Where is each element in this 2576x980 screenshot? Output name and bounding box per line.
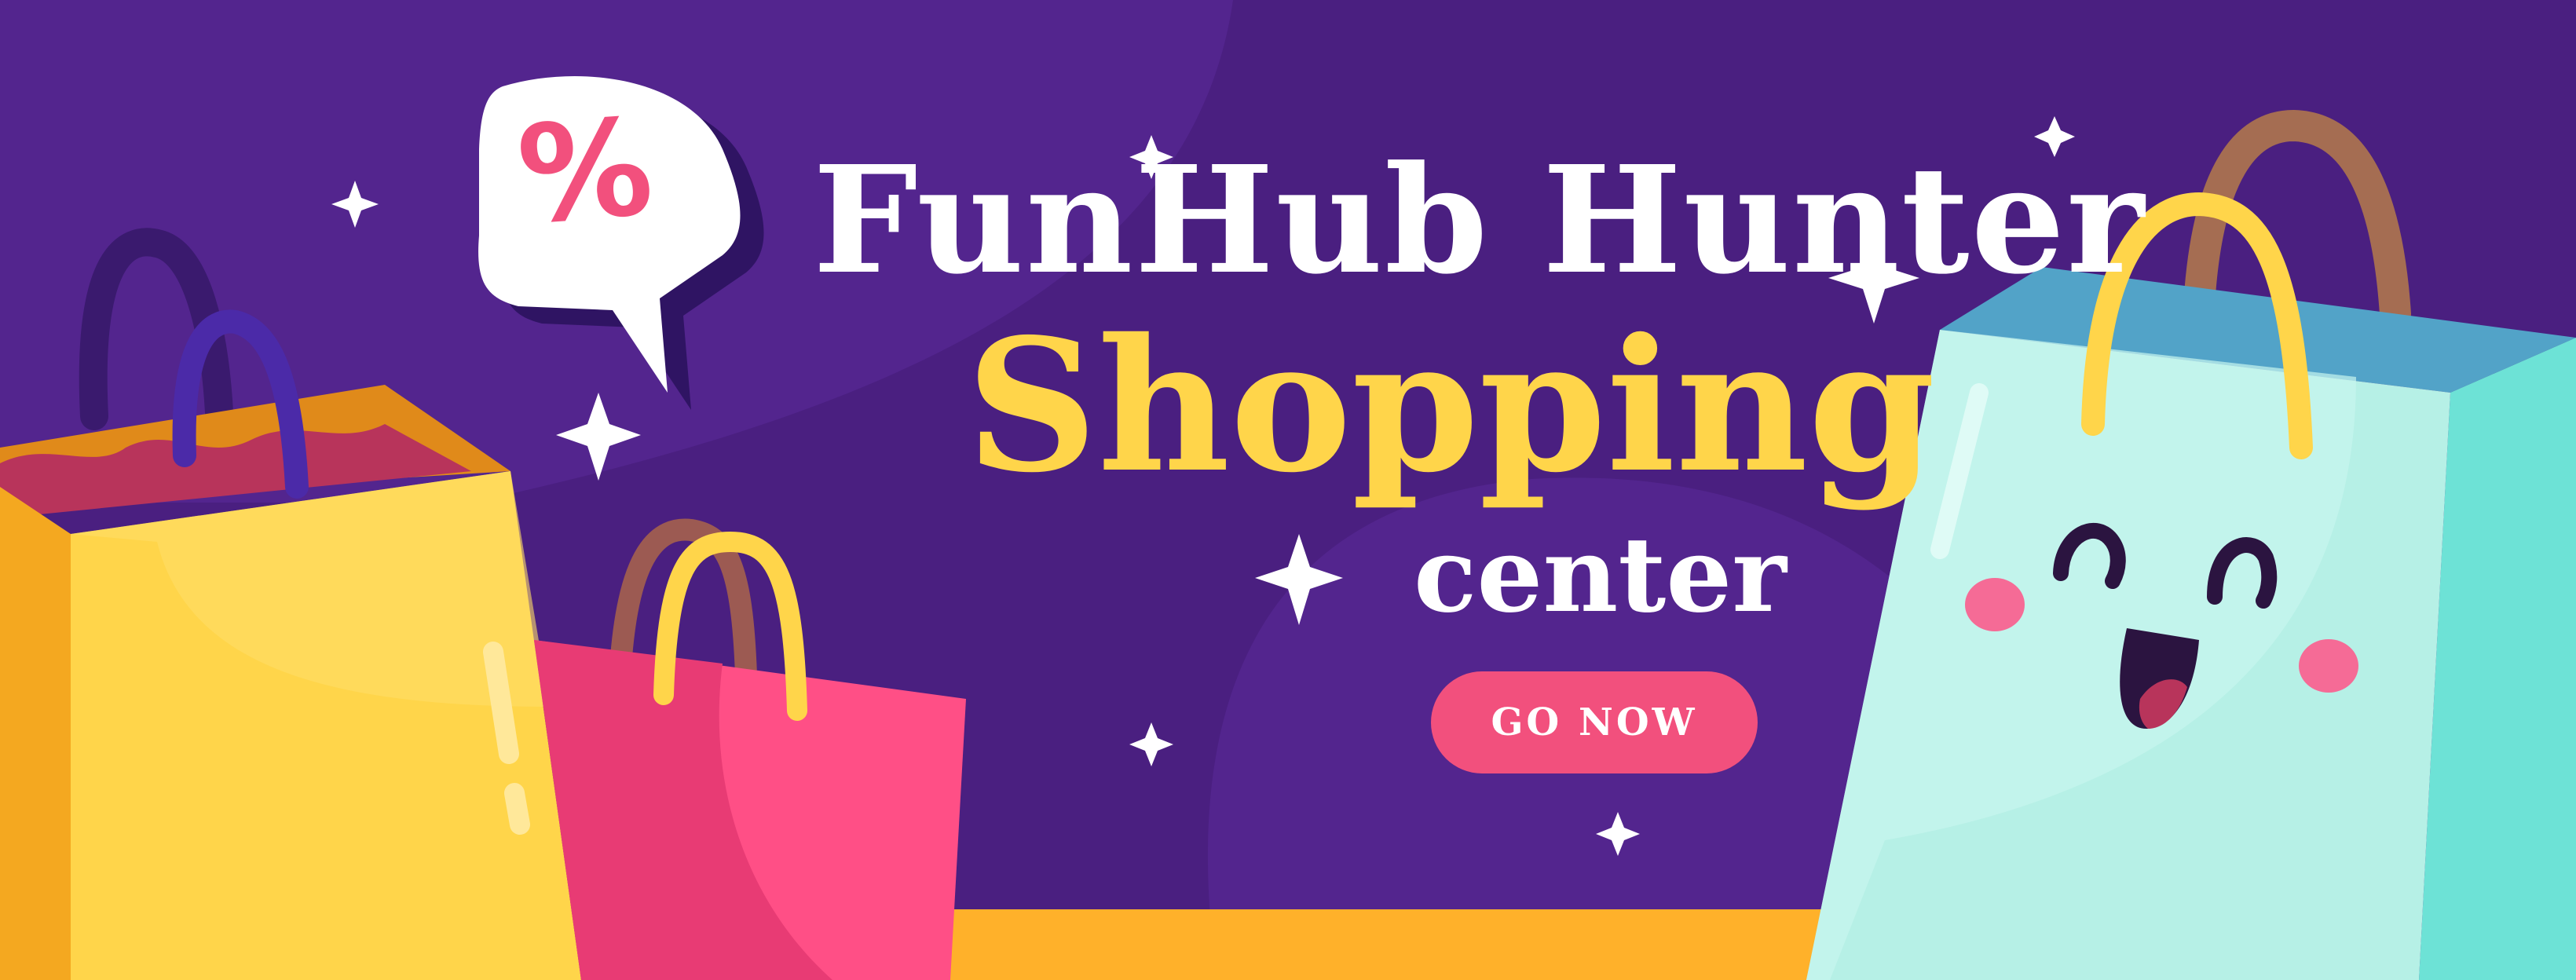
go-now-button[interactable]: GO NOW [1431,671,1758,773]
promo-banner: % FunHub Hunter Shopping center GO NOW [0,0,2576,980]
brand-title: FunHub Hunter [813,133,2146,307]
subheadline: center [1414,514,1787,636]
percent-symbol: % [513,90,658,254]
headline: Shopping [966,298,1936,513]
ground-strip [903,909,1885,980]
